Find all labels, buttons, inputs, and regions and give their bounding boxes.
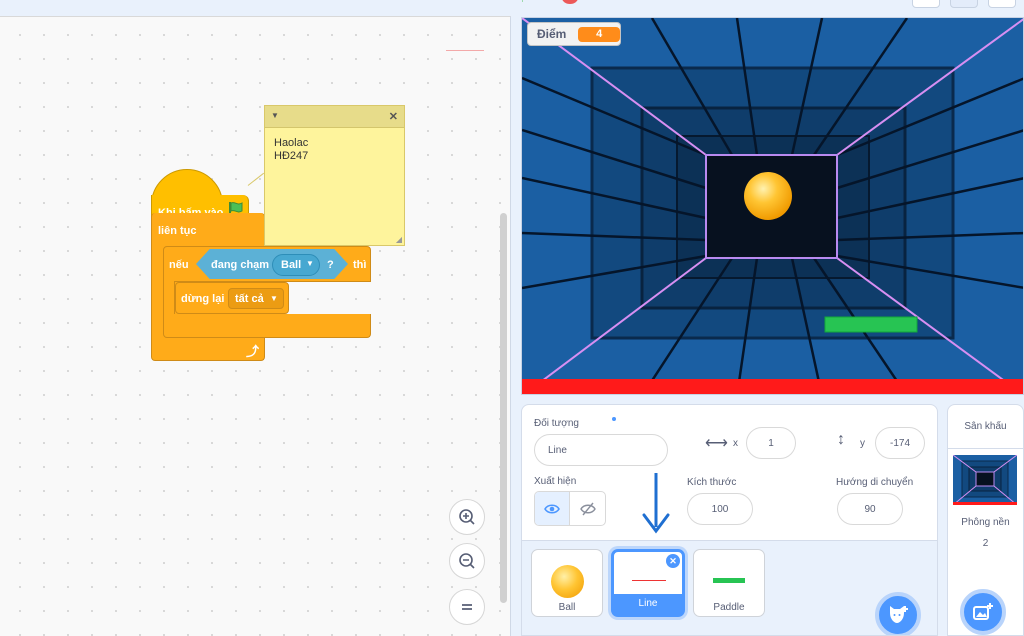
equals-icon: [462, 604, 472, 610]
line-thumbnail: [632, 580, 666, 581]
code-workspace[interactable]: Khi bấm vào liên tục ⤴ nếu thì đang chạm…: [0, 16, 511, 636]
backdrop-thumbnail: [953, 455, 1017, 505]
forever-block-label: liên tục: [158, 225, 197, 237]
sprite-name: Ball: [558, 602, 576, 613]
direction-label: Hướng di chuyển: [836, 477, 914, 488]
if-block-bottom: [163, 314, 371, 338]
stop-all-block[interactable]: dừng lại tất cả ▼: [175, 282, 289, 314]
show-toggle: [534, 491, 606, 526]
show-sprite-button[interactable]: [535, 492, 571, 525]
choose-backdrop-button[interactable]: [960, 589, 1006, 635]
arrow-down-icon: [642, 473, 670, 534]
x-position-input[interactable]: 1: [746, 427, 796, 459]
comment-note[interactable]: ▼ ✕ Haolac HĐ247 ◢: [264, 105, 405, 246]
resize-handle-icon[interactable]: ◢: [396, 235, 402, 244]
sprite-name-value: Line: [548, 444, 567, 456]
chevron-down-icon: ▼: [270, 294, 278, 303]
x-arrow-icon: ⟷: [705, 435, 728, 452]
size-value: 100: [711, 503, 729, 515]
stage-canvas[interactable]: Điểm 4: [521, 17, 1024, 395]
x-value: 1: [768, 437, 774, 449]
zoom-out-icon: [459, 553, 475, 569]
y-position-input[interactable]: -174: [875, 427, 925, 459]
cat-plus-icon: [890, 606, 908, 623]
y-arrow-icon: ↕: [837, 431, 845, 448]
sprite-info-panel: Đối tượng Line ⟷ x 1 ↕ y -174 Xuất hiện …: [521, 404, 938, 636]
note-header[interactable]: ▼ ✕: [265, 106, 404, 128]
stop-option-dropdown[interactable]: tất cả ▼: [228, 288, 284, 309]
green-flag-icon[interactable]: ⚑: [520, 0, 530, 5]
tunnel-backdrop: [522, 18, 1023, 394]
loop-arrow-icon: ⤴: [246, 344, 260, 359]
show-label: Xuất hiện: [534, 476, 577, 487]
zoom-in-button[interactable]: [449, 499, 485, 535]
sprite-name: Paddle: [713, 602, 745, 613]
paddle-thumbnail: [713, 578, 745, 583]
hide-sprite-button[interactable]: [570, 492, 605, 525]
sprite-name-label: Đối tượng: [534, 418, 579, 429]
touching-target-dropdown[interactable]: Ball ▼: [272, 254, 320, 276]
if-block-arm: [163, 281, 175, 315]
collapse-icon[interactable]: ▼: [271, 111, 279, 120]
ball-thumbnail: [551, 565, 584, 598]
direction-input[interactable]: 90: [837, 493, 903, 525]
sprite-tile-ball[interactable]: Ball: [531, 549, 603, 617]
zoom-out-button[interactable]: [449, 543, 485, 579]
direction-value: 90: [864, 503, 876, 515]
sprite-list: Ball ✕ Line Paddle: [522, 540, 937, 635]
choose-sprite-button[interactable]: [875, 592, 921, 635]
close-icon[interactable]: ✕: [389, 110, 398, 123]
note-text[interactable]: Haolac HĐ247: [274, 137, 308, 163]
stop-icon[interactable]: [562, 0, 578, 4]
score-label: Điểm: [537, 27, 567, 41]
x-label: x: [733, 438, 738, 449]
score-value: 4: [578, 26, 620, 42]
stop-label: dừng lại: [181, 293, 225, 305]
image-plus-icon: [973, 603, 993, 620]
sprite-tile-paddle[interactable]: Paddle: [693, 549, 765, 617]
info-dot-icon: [612, 417, 616, 421]
y-label: y: [860, 438, 865, 449]
sprite-name-input[interactable]: Line: [534, 434, 668, 466]
sprite-name: Line: [614, 594, 682, 614]
then-label: thì: [353, 259, 367, 271]
drag-indicator-line: [446, 50, 484, 51]
touching-suffix: ?: [327, 259, 334, 271]
eye-slash-icon: [579, 502, 596, 515]
workspace-scrollbar[interactable]: [500, 213, 507, 603]
size-input[interactable]: 100: [687, 493, 753, 525]
if-label: nếu: [169, 259, 189, 271]
chevron-down-icon: ▼: [306, 259, 314, 268]
stage-panel-title: Sân khấu: [964, 421, 1007, 432]
top-toolbar: ⚑: [0, 0, 1024, 16]
delete-sprite-icon[interactable]: ✕: [666, 554, 680, 568]
backdrops-count: 2: [982, 538, 989, 549]
stage-selector-panel[interactable]: Sân khấu Phông nền 2: [947, 404, 1024, 636]
touching-target-value: Ball: [281, 259, 302, 271]
normal-stage-button[interactable]: [950, 0, 978, 8]
score-monitor[interactable]: Điểm 4: [527, 22, 621, 46]
note-connector: [247, 172, 265, 186]
eye-icon: [544, 503, 560, 514]
small-stage-button[interactable]: [912, 0, 940, 8]
stop-option-value: tất cả: [235, 293, 264, 305]
zoom-in-icon: [459, 509, 475, 525]
backdrops-label: Phông nền: [961, 517, 1010, 528]
zoom-reset-button[interactable]: [449, 589, 485, 625]
touching-label: đang chạm: [211, 259, 270, 271]
y-value: -174: [889, 437, 910, 449]
sprite-tile-line[interactable]: ✕ Line: [611, 549, 685, 617]
stage-panel-divider: [948, 448, 1023, 449]
size-label: Kích thước: [687, 477, 737, 488]
fullscreen-button[interactable]: [988, 0, 1016, 8]
